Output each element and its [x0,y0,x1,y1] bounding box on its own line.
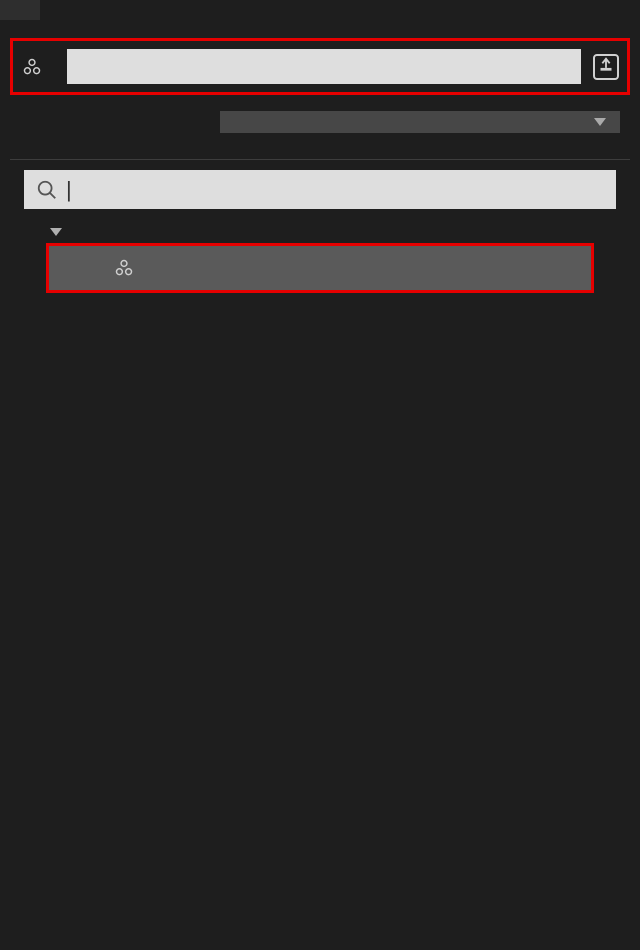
status-row [10,105,630,139]
tree-header-render[interactable] [10,225,630,239]
tab-component-properties[interactable] [0,0,40,20]
pin-button[interactable] [593,54,619,80]
text-cursor: | [66,179,72,201]
name-row-highlight [10,38,630,95]
component-tree [10,219,630,293]
tree-item-bloom[interactable] [49,246,591,290]
cluster-icon [21,56,43,78]
chevron-down-icon [594,118,606,126]
entity-id-row [10,139,630,151]
name-input[interactable] [67,49,581,84]
cluster-icon [113,257,135,279]
status-select[interactable] [220,111,620,133]
search-input[interactable] [80,178,604,201]
search-icon [36,179,58,201]
chevron-down-icon [50,228,62,236]
divider [10,159,630,160]
highlighted-row [46,243,594,293]
search-bar[interactable]: | [24,170,616,209]
